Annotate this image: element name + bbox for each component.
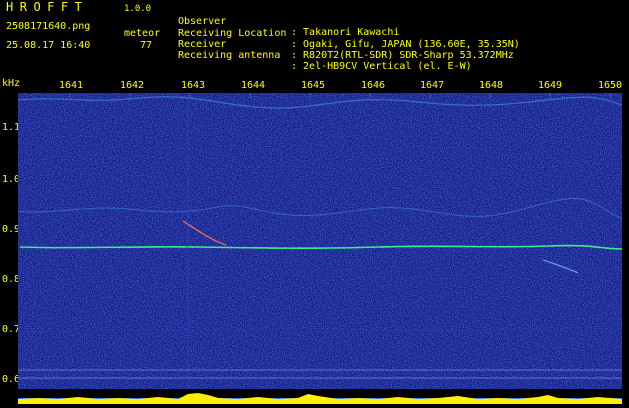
time-tick-label: 1642 xyxy=(120,80,145,91)
frequency-unit: kHz xyxy=(2,78,21,89)
header-panel: HROFFT 1.0.0 2508171640.png 25.08.17 16:… xyxy=(0,0,629,75)
level-bars xyxy=(18,393,622,404)
time-tick-label: 1648 xyxy=(479,80,504,91)
meteor-label: meteor xyxy=(124,28,161,39)
noise-texture xyxy=(18,93,622,389)
time-tick-label: 1649 xyxy=(538,80,563,91)
datetime: 25.08.17 16:40 xyxy=(6,40,91,51)
info-value: : R820T2(RTL-SDR) SDR-Sharp 53.372MHz xyxy=(291,50,514,61)
time-tick-label: 1644 xyxy=(241,80,266,91)
app-name: HROFFT xyxy=(6,0,89,14)
info-value: : Takanori Kawachi xyxy=(291,27,400,38)
spectrogram-graphic xyxy=(18,93,622,389)
file-name: 2508171640.png xyxy=(6,21,91,32)
time-tick-label: 1650 xyxy=(598,80,623,91)
info-value: : 2el-HB9CV Vertical (el. E-W) xyxy=(291,61,472,72)
app-version: 1.0.0 xyxy=(124,4,152,14)
time-tick-label: 1646 xyxy=(361,80,386,91)
station-info: Observer : Takanori Kawachi Receiving Lo… xyxy=(178,5,520,72)
time-tick-label: 1645 xyxy=(301,80,326,91)
time-tick-label: 1647 xyxy=(420,80,445,91)
meteor-count: 77 xyxy=(140,40,153,51)
time-tick-label: 1641 xyxy=(59,80,84,91)
info-key: Receiving antenna xyxy=(178,50,281,61)
level-peaks xyxy=(18,393,622,404)
time-tick-label: 1643 xyxy=(181,80,206,91)
level-strip xyxy=(18,389,622,404)
info-value: : Ogaki, Gifu, JAPAN (136.60E, 35.35N) xyxy=(291,39,520,50)
spectrogram xyxy=(18,93,622,389)
